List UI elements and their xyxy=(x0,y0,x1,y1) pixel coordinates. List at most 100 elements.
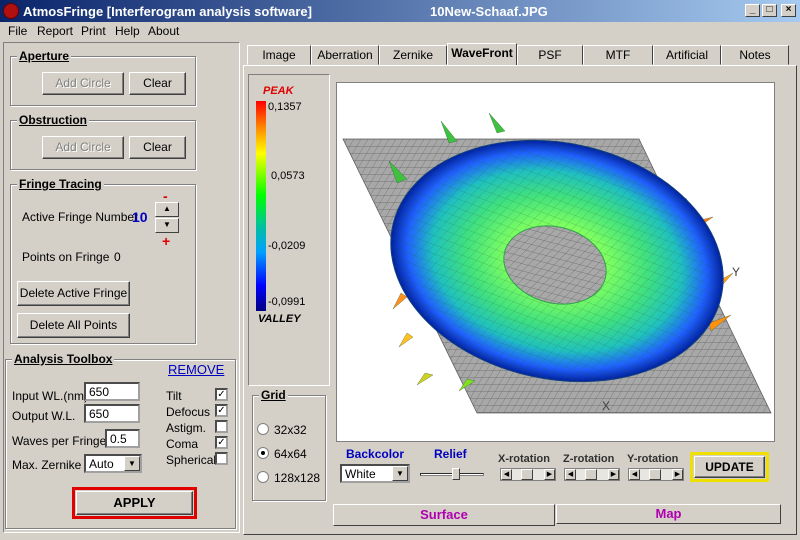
input-wl-field[interactable]: 650 xyxy=(84,382,140,401)
points-on-fringe-value: 0 xyxy=(114,250,121,264)
apply-button-frame: APPLY xyxy=(72,487,197,519)
relief-label: Relief xyxy=(434,447,467,461)
apply-button[interactable]: APPLY xyxy=(76,491,193,515)
chevron-down-icon[interactable]: ▼ xyxy=(392,466,408,481)
arrow-right-icon[interactable]: ▶ xyxy=(672,469,683,480)
grid-64-radio[interactable] xyxy=(257,447,269,459)
y-rotation-thumb[interactable] xyxy=(649,469,661,480)
tab-map[interactable]: Map xyxy=(556,504,781,524)
x-rotation-scrollbar[interactable]: ◀ ▶ xyxy=(500,468,556,481)
axis-x-label: X xyxy=(602,399,610,413)
tilt-checkbox[interactable]: ✓ xyxy=(215,388,228,401)
arrow-right-icon[interactable]: ▶ xyxy=(544,469,555,480)
y-rotation-scrollbar[interactable]: ◀ ▶ xyxy=(628,468,684,481)
close-button[interactable]: × xyxy=(781,4,796,17)
obstruction-add-circle-button[interactable]: Add Circle xyxy=(42,136,124,159)
max-zernike-select[interactable]: Auto ▼ xyxy=(84,454,142,473)
waves-per-fringe-field[interactable]: 0.5 xyxy=(105,429,140,448)
wavefront-3d-view[interactable]: Y X xyxy=(336,82,775,442)
file-name: 10New-Schaaf.JPG xyxy=(430,4,548,19)
grid-32-radio[interactable] xyxy=(257,423,269,435)
waves-per-fringe-label: Waves per Fringe xyxy=(12,434,107,448)
y-rotation-label: Y-rotation xyxy=(627,453,679,465)
delete-active-fringe-button[interactable]: Delete Active Fringe xyxy=(17,281,130,306)
output-wl-label: Output W.L. xyxy=(12,409,76,423)
menu-help[interactable]: Help xyxy=(115,24,140,38)
title-bar: AtmosFringe [Interferogram analysis soft… xyxy=(0,0,800,22)
backcolor-select[interactable]: White ▼ xyxy=(340,464,410,483)
x-rotation-thumb[interactable] xyxy=(521,469,533,480)
fringe-plus-label: + xyxy=(162,233,171,249)
tab-mtf[interactable]: MTF xyxy=(583,45,653,65)
chevron-down-icon[interactable]: ▼ xyxy=(124,456,140,471)
max-zernike-value: Auto xyxy=(89,457,114,471)
z-rotation-thumb[interactable] xyxy=(585,469,597,480)
tab-image[interactable]: Image xyxy=(247,45,311,65)
arrow-right-icon[interactable]: ▶ xyxy=(608,469,619,480)
tilt-label: Tilt xyxy=(166,389,182,403)
astigm-label: Astigm. xyxy=(166,421,207,435)
minimize-button[interactable]: _ xyxy=(745,4,760,17)
defocus-checkbox[interactable]: ✓ xyxy=(215,404,228,417)
relief-slider-thumb[interactable] xyxy=(452,468,460,480)
spherical-checkbox[interactable] xyxy=(215,452,228,465)
aperture-add-circle-button[interactable]: Add Circle xyxy=(42,72,124,95)
menu-bar: File Report Print Help About xyxy=(0,22,800,41)
wavefront-surface-plot: Y X xyxy=(342,112,772,414)
fringe-up-button[interactable]: ▲ xyxy=(155,202,179,217)
axis-y-label: Y xyxy=(732,265,740,279)
toolbox-title: Analysis Toolbox xyxy=(12,352,115,366)
color-scale-bar xyxy=(256,101,266,311)
scale-tick-3: -0,0209 xyxy=(268,240,306,252)
z-rotation-label: Z-rotation xyxy=(563,453,615,465)
menu-file[interactable]: File xyxy=(8,24,27,38)
app-icon xyxy=(3,3,19,19)
aperture-clear-button[interactable]: Clear xyxy=(129,72,186,95)
arrow-left-icon[interactable]: ◀ xyxy=(565,469,576,480)
remove-link[interactable]: REMOVE xyxy=(168,362,224,377)
aperture-title: Aperture xyxy=(17,49,72,63)
menu-about[interactable]: About xyxy=(148,24,179,38)
backcolor-value: White xyxy=(345,467,376,481)
arrow-left-icon[interactable]: ◀ xyxy=(629,469,640,480)
grid-title: Grid xyxy=(259,388,288,402)
tab-wavefront[interactable]: WaveFront xyxy=(447,43,517,66)
scale-tick-2: 0,0573 xyxy=(271,170,305,182)
app-title: AtmosFringe [Interferogram analysis soft… xyxy=(23,4,312,19)
defocus-label: Defocus xyxy=(166,405,211,419)
active-fringe-value: 10 xyxy=(132,209,148,225)
spherical-label: Spherical xyxy=(166,453,217,467)
delete-all-points-button[interactable]: Delete All Points xyxy=(17,313,130,338)
valley-label: VALLEY xyxy=(258,313,301,325)
z-rotation-scrollbar[interactable]: ◀ ▶ xyxy=(564,468,620,481)
tab-aberration[interactable]: Aberration xyxy=(311,45,379,65)
obstruction-clear-button[interactable]: Clear xyxy=(129,136,186,159)
astigm-checkbox[interactable] xyxy=(215,420,228,433)
scale-tick-4: -0,0991 xyxy=(268,296,306,308)
update-button-frame: UPDATE xyxy=(690,452,769,482)
fringe-tracing-title: Fringe Tracing xyxy=(17,177,104,191)
tab-notes[interactable]: Notes xyxy=(721,45,789,65)
tab-zernike[interactable]: Zernike xyxy=(379,45,447,65)
x-rotation-label: X-rotation xyxy=(498,453,550,465)
output-wl-field[interactable]: 650 xyxy=(84,404,140,423)
grid-128-radio[interactable] xyxy=(257,471,269,483)
backcolor-label: Backcolor xyxy=(346,447,405,461)
max-zernike-label: Max. Zernike xyxy=(12,458,82,472)
coma-label: Coma xyxy=(166,437,199,451)
tab-surface[interactable]: Surface xyxy=(333,504,555,526)
tab-psf[interactable]: PSF xyxy=(517,45,583,65)
tab-artificial[interactable]: Artificial xyxy=(653,45,721,65)
coma-checkbox[interactable]: ✓ xyxy=(215,436,228,449)
fringe-down-button[interactable]: ▼ xyxy=(155,218,179,233)
peak-label: PEAK xyxy=(263,85,294,97)
menu-report[interactable]: Report xyxy=(37,24,73,38)
menu-print[interactable]: Print xyxy=(81,24,106,38)
active-fringe-label: Active Fringe Number xyxy=(22,210,139,224)
relief-slider[interactable] xyxy=(420,468,484,480)
grid-128-label: 128x128 xyxy=(274,471,321,485)
scale-tick-1: 0,1357 xyxy=(268,101,302,113)
update-button[interactable]: UPDATE xyxy=(694,456,765,478)
arrow-left-icon[interactable]: ◀ xyxy=(501,469,512,480)
maximize-button[interactable]: □ xyxy=(762,4,777,17)
